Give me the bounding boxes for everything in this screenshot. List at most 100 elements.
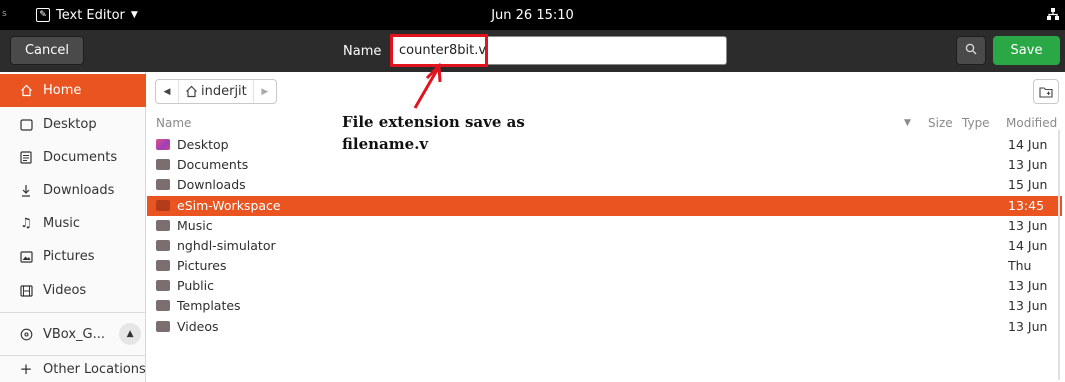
file-row[interactable]: Music 13 Jun — [147, 216, 1062, 236]
file-row[interactable]: Public 13 Jun — [147, 276, 1062, 296]
dialog-header: Cancel Name counter8bit.v Save — [0, 30, 1065, 72]
name-label: Name — [343, 43, 382, 59]
top-bar: s ✎ Text Editor ▼ Jun 26 15:10 — [0, 0, 1065, 30]
file-modified: 13 Jun — [1008, 319, 1048, 334]
sidebar-item-label: Documents — [43, 150, 118, 165]
sidebar-item-pictures[interactable]: Pictures — [0, 240, 146, 273]
documents-icon — [19, 151, 33, 165]
file-name: Desktop — [177, 137, 229, 152]
pictures-icon — [19, 250, 33, 264]
file-name: nghdl-simulator — [177, 238, 276, 253]
sidebar-item-music[interactable]: ♫ Music — [0, 207, 146, 240]
folder-icon — [156, 240, 170, 251]
sidebar-item-desktop[interactable]: Desktop — [0, 108, 146, 141]
file-name: Public — [177, 278, 214, 293]
new-folder-button[interactable] — [1033, 79, 1059, 104]
column-header-type[interactable]: Type — [962, 112, 990, 134]
file-modified: 14 Jun — [1008, 137, 1048, 152]
file-name: eSim-Workspace — [177, 198, 281, 213]
search-button[interactable] — [956, 36, 986, 65]
file-row-selected[interactable]: eSim-Workspace 13:45 — [147, 196, 1062, 216]
plus-icon: + — [19, 360, 33, 378]
annotation-text: File extension save as filename.v — [342, 111, 525, 155]
scrollbar-track[interactable] — [1058, 130, 1060, 380]
folder-icon — [156, 220, 170, 231]
file-modified: 13 Jun — [1008, 278, 1048, 293]
file-row[interactable]: Templates 13 Jun — [147, 296, 1062, 316]
desktop-folder-icon — [156, 139, 170, 150]
file-row[interactable]: Documents 13 Jun — [147, 155, 1062, 175]
folder-icon — [156, 200, 170, 211]
sidebar-item-label: Desktop — [43, 117, 97, 132]
sidebar-divider — [0, 312, 146, 313]
annotation-line-2: filename.v — [342, 135, 429, 153]
folder-icon — [156, 280, 170, 291]
column-header-name[interactable]: Name — [156, 112, 191, 134]
folder-icon — [156, 321, 170, 332]
file-name: Pictures — [177, 258, 227, 273]
sidebar-item-label: Downloads — [43, 183, 115, 198]
sidebar-item-label: Other Locations — [43, 361, 146, 377]
file-row[interactable]: Desktop 14 Jun — [147, 135, 1062, 155]
breadcrumb-home[interactable]: inderjit — [178, 80, 254, 103]
sort-down-icon: ▼ — [904, 118, 911, 128]
folder-icon — [156, 159, 170, 170]
file-row[interactable]: Pictures Thu — [147, 256, 1062, 276]
file-name: Documents — [177, 157, 249, 172]
column-header-modified[interactable]: Modified — [1006, 112, 1057, 134]
sidebar-item-videos[interactable]: Videos — [0, 274, 146, 307]
file-row[interactable]: Downloads 15 Jun — [147, 175, 1062, 195]
desktop-icon — [19, 118, 33, 132]
disc-icon — [19, 327, 33, 341]
file-modified: 13 Jun — [1008, 298, 1048, 313]
sidebar-item-label: Pictures — [43, 249, 95, 264]
folder-icon — [156, 179, 170, 190]
file-name: Music — [177, 218, 213, 233]
sidebar-item-label: Music — [43, 216, 80, 231]
home-icon — [19, 84, 33, 98]
filename-input[interactable]: counter8bit.v — [391, 36, 727, 65]
sidebar-item-label: VBox_G... — [43, 326, 106, 342]
network-icon[interactable] — [1047, 8, 1059, 24]
breadcrumb-label: inderjit — [201, 84, 247, 99]
folder-icon — [156, 300, 170, 311]
sidebar-item-downloads[interactable]: Downloads — [0, 174, 146, 207]
sidebar-item-home[interactable]: Home — [0, 74, 146, 107]
file-modified: 13 Jun — [1008, 157, 1048, 172]
folder-icon — [156, 260, 170, 271]
annotation-line-1: File extension save as — [342, 113, 525, 131]
path-bar: ◀ inderjit ▶ — [147, 72, 1065, 110]
clock[interactable]: Jun 26 15:10 — [0, 0, 1065, 30]
file-row[interactable]: Videos 13 Jun — [147, 317, 1062, 337]
file-row[interactable]: nghdl-simulator 14 Jun — [147, 236, 1062, 256]
file-modified: Thu — [1008, 258, 1032, 273]
cancel-button[interactable]: Cancel — [10, 36, 84, 65]
file-name: Templates — [177, 298, 241, 313]
breadcrumb: ◀ inderjit ▶ — [155, 79, 277, 104]
videos-icon — [19, 284, 33, 298]
sidebar-item-documents[interactable]: Documents — [0, 141, 146, 174]
back-arrow-icon[interactable]: ◀ — [156, 80, 178, 103]
file-modified: 14 Jun — [1008, 238, 1048, 253]
sidebar-divider — [0, 355, 146, 356]
forward-arrow-icon[interactable]: ▶ — [254, 80, 276, 103]
music-icon: ♫ — [20, 216, 32, 231]
file-modified: 15 Jun — [1008, 177, 1048, 192]
search-icon — [965, 43, 977, 58]
sidebar-item-other-locations[interactable]: + Other Locations — [0, 357, 146, 381]
eject-icon[interactable]: ▲ — [119, 323, 142, 345]
home-icon — [186, 85, 197, 98]
sidebar-item-label: Videos — [43, 283, 87, 298]
file-name: Downloads — [177, 177, 246, 192]
sidebar-item-vbox[interactable]: VBox_G... ▲ — [0, 316, 146, 352]
new-folder-icon — [1039, 86, 1053, 98]
sidebar-item-label: Home — [43, 83, 82, 98]
file-list: Name ▼ Size Type Modified Desktop 14 Jun… — [147, 112, 1062, 382]
column-header-size[interactable]: Size — [928, 112, 953, 134]
file-modified: 13:45 — [1008, 198, 1045, 213]
save-button[interactable]: Save — [993, 36, 1060, 65]
places-sidebar: Home Desktop Documents Downloads ♫ Music… — [0, 72, 146, 382]
file-modified: 13 Jun — [1008, 218, 1048, 233]
downloads-icon — [19, 184, 33, 198]
file-name: Videos — [177, 319, 219, 334]
